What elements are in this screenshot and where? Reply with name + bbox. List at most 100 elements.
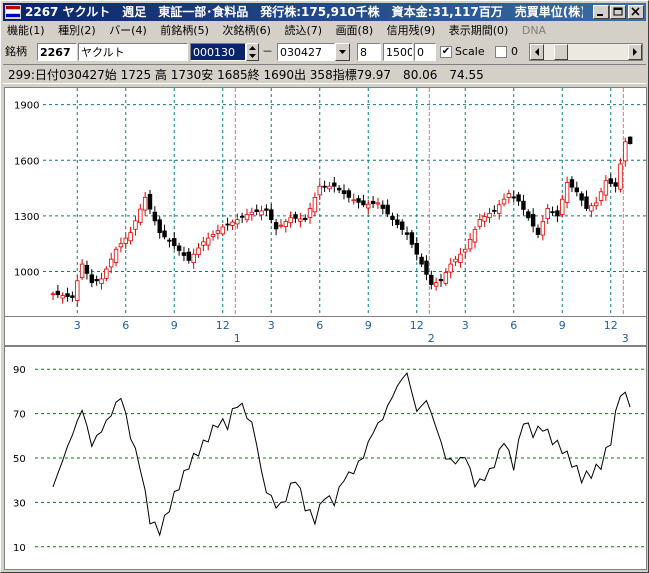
candle-body [191,253,196,264]
candle-body [79,263,85,279]
range-dash: － [262,45,273,58]
title-bar[interactable]: 2267 ヤクルト 週足 東証一部･食料品 発行株:175,910千株 資本金:… [3,3,646,21]
candle-body [424,260,429,275]
candle-body [332,182,337,187]
candle-body [327,185,332,190]
year-tick-label: 1 [234,332,241,345]
candle-body [128,232,133,242]
scroll-left-button[interactable] [530,44,544,60]
candle-body [283,221,288,228]
candle-body [167,239,172,242]
candle-body [511,196,516,199]
stock-code-field[interactable]: 2267 [37,43,77,61]
candle-body [395,219,400,225]
maximize-icon [613,7,623,16]
scroll-left-icon [535,48,539,56]
month-tick-label: 9 [365,319,372,332]
toolbar: 銘柄 2267 ヤクルト 000130 － 030427 8 1500 0 ✔ … [3,41,646,63]
candle-body [429,274,434,285]
candle-body [463,248,468,253]
menu-item-display-period[interactable]: 表示期間(0) [445,22,513,40]
candle-body [356,198,361,203]
value-c-field[interactable]: 0 [414,43,436,61]
menu-bar: 機能(1) 種別(2) バー(4) 前銘柄(5) 次銘柄(6) 読込(7) 画面… [3,22,646,40]
candle-body [584,196,589,209]
candle-body [627,136,633,145]
extra-checkbox[interactable] [495,46,507,58]
candle-body [477,219,482,227]
indicator-pane[interactable]: 90 70 50 30 10 [4,346,647,570]
menu-item-prev-stock[interactable]: 前銘柄(5) [156,22,213,40]
candle-body [453,258,458,263]
candle-body [104,268,109,279]
extra-value: 0 [511,45,518,58]
code-range-spinner[interactable] [246,43,259,61]
month-tick-label: 3 [268,319,275,332]
scroll-right-button[interactable] [628,44,642,60]
candle-body [94,279,99,282]
menu-item-load[interactable]: 読込(7) [280,22,326,40]
candlestick-chart: 1900 1600 1300 1000 [14,88,646,316]
indicator-tick-label: 90 [13,365,26,376]
candle-body [574,187,579,193]
menu-item-bar[interactable]: バー(4) [105,22,151,40]
candle-body [482,216,487,222]
scale-checkbox[interactable]: ✔ [440,46,452,58]
candle-body [579,193,584,201]
menu-item-dna: DNA [521,24,547,37]
menu-item-screen[interactable]: 画面(8) [332,22,378,40]
candle-body [545,208,550,220]
candle-body [152,211,158,222]
candle-body [404,232,410,235]
menu-item-function[interactable]: 機能(1) [3,22,49,40]
brand-label: 銘柄 [5,45,27,58]
candle-body [589,205,594,212]
value-b-field[interactable]: 1500 [383,43,413,61]
menu-item-next-stock[interactable]: 次銘柄(6) [218,22,275,40]
candle-body [390,215,395,221]
code-range-field[interactable]: 000130 [190,43,246,61]
menu-item-margin[interactable]: 信用残(9) [383,22,440,40]
candle-body [526,211,531,219]
minimize-button[interactable] [593,5,609,19]
candle-body [181,252,187,256]
ohlc-info-bar: 299:日付030427始 1725 高 1730安 1685終 1690出 3… [3,64,646,84]
close-icon [631,7,640,16]
indicator-tick-label: 70 [13,410,26,421]
month-tick-label: 12 [604,319,618,332]
indicator-tick-label: 50 [13,454,26,465]
app-window: 2267 ヤクルト 週足 東証一部･食料品 発行株:175,910千株 資本金:… [0,0,649,573]
candle-body [409,232,415,245]
candle-body [443,272,449,284]
candle-body [302,217,308,221]
date-dropdown-button[interactable] [335,43,350,61]
candle-body [496,204,502,214]
close-button[interactable] [628,5,644,19]
month-tick-label: 3 [74,319,81,332]
candle-body [603,180,609,196]
candle-body [142,196,148,211]
price-tick-label: 1900 [14,101,39,112]
month-tick-label: 3 [462,319,469,332]
candle-body [375,202,381,205]
candle-body [433,282,439,287]
date-field[interactable]: 030427 [277,43,335,61]
candle-body [613,182,618,187]
price-chart-pane[interactable]: 1900 1600 1300 1000 [4,87,647,317]
candle-body [172,238,177,246]
maximize-button[interactable] [610,5,626,19]
price-tick-label: 1000 [14,268,39,279]
candle-body [50,293,56,296]
stock-name-field[interactable]: ヤクルト [78,43,188,61]
candle-body [564,182,570,203]
scroll-thumb[interactable] [554,44,568,60]
candle-body [138,208,143,224]
menu-item-type[interactable]: 種別(2) [54,22,100,40]
candle-body [540,221,546,236]
indicator-tick-label: 30 [13,498,26,509]
value-a-field[interactable]: 8 [357,43,381,61]
month-tick-label: 6 [122,319,129,332]
candle-body [230,221,235,226]
horizontal-scrollbar[interactable] [529,43,643,61]
candle-body [176,245,182,251]
